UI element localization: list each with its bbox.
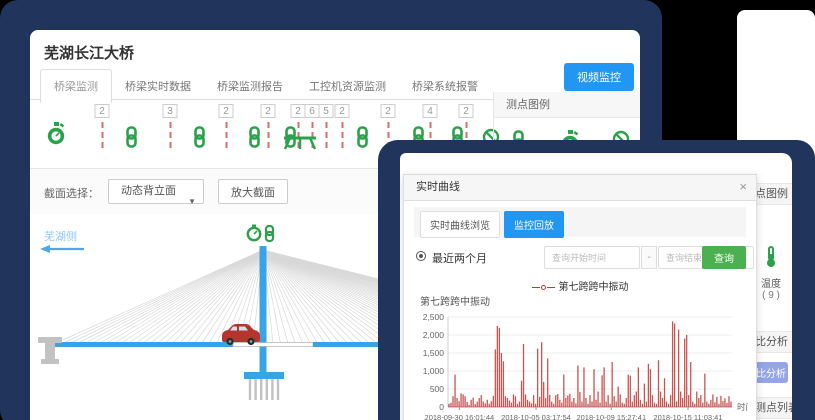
svg-text:2018-10-09 15:27:41: 2018-10-09 15:27:41 — [576, 413, 646, 420]
close-icon[interactable]: × — [739, 179, 747, 194]
front-window-content: 测点图例 温度 ( 9 ) 对比分析 对比分析 监测点列表 实时曲线 — [400, 153, 792, 420]
sensor-count-badge: 2 — [291, 104, 306, 118]
tab-5[interactable]: 桥梁系统报警 — [399, 70, 491, 102]
chain-icon[interactable] — [125, 126, 138, 148]
section-select-value: 动态背立面 — [121, 185, 176, 197]
bridge-tower — [260, 246, 267, 374]
sensor-count-marker: 2 — [261, 104, 276, 148]
svg-text:2018-10-05 03:17:54: 2018-10-05 03:17:54 — [501, 413, 571, 420]
dashed-line — [225, 122, 227, 148]
chart-legend[interactable]: 第七跨跨中振动 — [414, 278, 746, 291]
chain-icon[interactable] — [193, 126, 206, 148]
bridge-deck-left — [50, 342, 233, 347]
chart-title: 第七跨跨中振动 — [420, 293, 746, 308]
range-radio[interactable] — [416, 251, 426, 261]
svg-text:500: 500 — [430, 384, 444, 394]
sensor-count-badge: 5 — [319, 104, 334, 118]
sensor-count-badge: 4 — [423, 104, 438, 118]
front-window: 测点图例 温度 ( 9 ) 对比分析 对比分析 监测点列表 实时曲线 — [378, 140, 815, 420]
sensor-count-badge: 2 — [261, 104, 276, 118]
svg-text:0: 0 — [439, 402, 444, 412]
sensor-count-marker: 2 — [219, 104, 234, 148]
modal-tabbar: 实时曲线浏览监控回放 — [414, 207, 746, 237]
section-select-label: 截面选择： — [44, 185, 99, 201]
tab-1[interactable]: 桥梁监测 — [40, 69, 112, 103]
sensor-icon-slot — [282, 134, 318, 157]
bridge-side-label: 芜湖侧 — [44, 229, 77, 243]
tower-chain-icon[interactable] — [266, 226, 273, 241]
tab-2[interactable]: 桥梁实时数据 — [112, 70, 204, 102]
dashed-line — [325, 122, 327, 148]
modal-tab-2[interactable]: 监控回放 — [504, 211, 564, 238]
dashed-line — [341, 122, 343, 148]
modal-tab-1[interactable]: 实时曲线浏览 — [420, 211, 500, 238]
svg-text:2018-10-15 11:03:41: 2018-10-15 11:03:41 — [653, 413, 722, 420]
sensor-count-badge: 2 — [219, 104, 234, 118]
tab-4[interactable]: 工控机资源监测 — [296, 70, 399, 102]
modal-title: 实时曲线 — [404, 175, 756, 200]
chain-icon[interactable] — [248, 126, 261, 148]
sensor-count-badge: 6 — [305, 104, 320, 118]
tab-3[interactable]: 桥梁监测报告 — [204, 70, 296, 102]
svg-text:2018-09-30 16:01:44: 2018-09-30 16:01:44 — [425, 413, 495, 420]
svg-text:2,000: 2,000 — [423, 330, 445, 340]
enlarge-section-button[interactable]: 放大截面 — [218, 179, 288, 204]
bridge-abutment — [38, 337, 62, 364]
direction-arrow — [40, 245, 84, 253]
thermometer-icon — [764, 246, 778, 268]
video-monitor-button[interactable]: 视频监控 — [564, 63, 634, 91]
sensor-icon-slot — [248, 126, 261, 153]
sensor-count-badge: 2 — [459, 104, 474, 118]
sensor-count-badge: 2 — [335, 104, 350, 118]
legend-marker-icon — [532, 282, 555, 293]
bridge-piles — [250, 379, 278, 400]
sensor-count-marker: 2 — [335, 104, 350, 148]
sensor-icon-slot — [46, 122, 66, 151]
svg-text:2,500: 2,500 — [423, 312, 445, 322]
car — [222, 324, 260, 345]
page-background: 芜湖长江大桥 桥梁监测桥梁实时数据桥梁监测报告工控机资源监测桥梁系统报警 视频监… — [0, 0, 815, 420]
chevron-down-icon: ▼ — [188, 190, 196, 213]
sensor-count-marker: 3 — [163, 104, 178, 148]
modal-body: 实时曲线浏览监控回放 最近两个月 - 查询 第七跨跨中振动 第七跨跨中振动 0 5… — [404, 207, 756, 420]
legend-panel-title: 测点图例 — [494, 92, 640, 118]
dashed-line — [101, 122, 103, 148]
query-row: 最近两个月 - 查询 — [414, 246, 746, 271]
sensor-icon-slot — [193, 126, 206, 153]
bearing-icon[interactable] — [282, 134, 318, 152]
bridge-foundation-cap — [244, 372, 284, 379]
chain-icon[interactable] — [356, 126, 369, 148]
tower-gauge-icon[interactable] — [248, 225, 260, 241]
dashed-line — [169, 122, 171, 148]
sensor-count-badge: 2 — [95, 104, 110, 118]
svg-text:1,500: 1,500 — [423, 348, 445, 358]
gauge-icon[interactable] — [46, 122, 66, 146]
svg-text:时间: 时间 — [737, 402, 748, 412]
time-separator: - — [641, 246, 657, 269]
sensor-count-marker: 2 — [95, 104, 110, 148]
page-title: 芜湖长江大桥 — [30, 30, 640, 69]
sensor-icon-slot — [356, 126, 369, 153]
section-select-dropdown[interactable]: 动态背立面 ▼ — [108, 179, 204, 204]
legend-label: 第七跨跨中振动 — [559, 282, 629, 293]
bridge-deck-center — [233, 343, 313, 347]
dashed-line — [267, 122, 269, 148]
range-radio-label: 最近两个月 — [432, 250, 487, 266]
sensor-count-marker: 5 — [319, 104, 334, 148]
sensor-count-badge: 3 — [163, 104, 178, 118]
sensor-icon-slot — [125, 126, 138, 153]
modal-header: 实时曲线 × — [404, 175, 756, 201]
query-button[interactable]: 查询 — [702, 246, 746, 269]
vibration-chart: 0 500 1,000 1,500 2,000 2,500 2018-09-30 16:01… — [414, 309, 748, 420]
start-time-input[interactable] — [544, 246, 640, 269]
sensor-count-badge: 2 — [381, 104, 396, 118]
realtime-curve-modal: 实时曲线 × 实时曲线浏览监控回放 最近两个月 - 查询 第七跨跨中振动 — [403, 174, 757, 420]
svg-text:1,000: 1,000 — [423, 366, 445, 376]
